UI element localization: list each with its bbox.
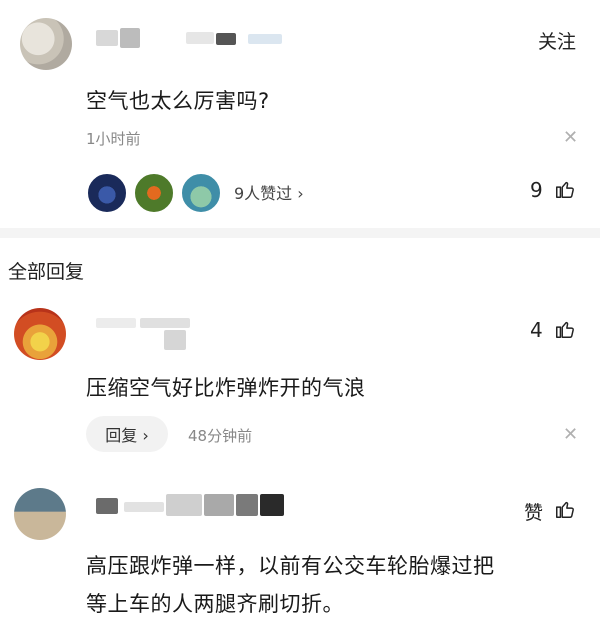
like-count: 4	[530, 318, 543, 342]
like-count: 9	[530, 178, 543, 202]
like-label: 赞	[524, 502, 544, 524]
reply-text-line: 等上车的人两腿齐刷切折。	[86, 592, 344, 616]
likers-link[interactable]: 9人赞过 ›	[234, 180, 304, 204]
reply-text-line: 高压跟炸弹一样，以前有公交车轮胎爆过把	[86, 554, 495, 578]
comment-text: 空气也太么厉害吗?	[86, 89, 270, 113]
reply-text: 压缩空气好比炸弹炸开的气浪	[86, 376, 366, 400]
reply-time: 48分钟前	[188, 427, 253, 445]
close-icon[interactable]: ✕	[563, 424, 578, 445]
close-icon[interactable]: ✕	[563, 127, 578, 148]
comment-time: 1小时前	[86, 130, 141, 148]
liker-avatar[interactable]	[86, 172, 128, 214]
thumb-up-icon[interactable]	[554, 498, 576, 520]
thumb-up-icon[interactable]	[554, 318, 576, 340]
replies-header: 全部回复	[8, 261, 85, 283]
liker-avatar[interactable]	[133, 172, 175, 214]
avatar[interactable]	[20, 18, 72, 70]
reply-button[interactable]: 回复 ›	[86, 416, 168, 452]
thumb-up-icon[interactable]	[554, 178, 576, 200]
section-divider	[0, 228, 600, 238]
liker-avatar[interactable]	[180, 172, 222, 214]
follow-button[interactable]: 关注	[538, 27, 576, 54]
avatar[interactable]	[14, 308, 66, 360]
avatar[interactable]	[14, 488, 66, 540]
